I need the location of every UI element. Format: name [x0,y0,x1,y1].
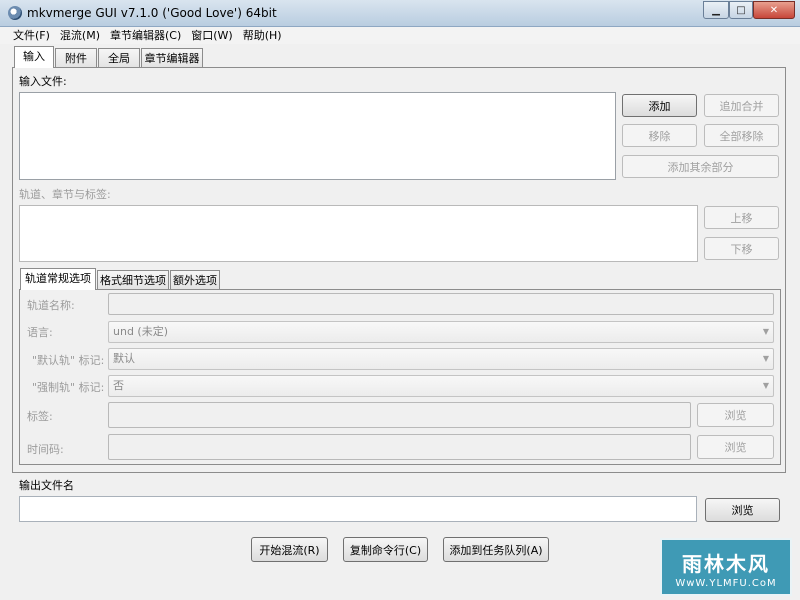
minimize-icon: ▁ [712,4,720,16]
tab-input[interactable]: 输入 [14,46,54,68]
language-select[interactable]: und (未定) ▼ [108,321,774,343]
close-button[interactable]: ✕ [753,1,795,19]
watermark-url: WwW.YLMFU.CoM [675,578,777,589]
watermark-brand: 雨林木风 [682,552,770,576]
menu-window[interactable]: 窗口(W) [186,27,237,44]
tab-general-track-options[interactable]: 轨道常规选项 [20,268,96,290]
menu-chapter-editor[interactable]: 章节编辑器(C) [105,27,186,44]
tab-chapter-editor[interactable]: 章节编辑器 [141,48,203,68]
output-browse-button[interactable]: 浏览 [705,498,780,522]
app-icon [8,6,22,20]
tab-extra-options[interactable]: 额外选项 [170,270,220,290]
timecodes-label: 时间码: [27,443,64,456]
tab-attachments[interactable]: 附件 [55,48,97,68]
add-parts-button[interactable]: 添加其余部分 [622,155,779,178]
append-button[interactable]: 追加合并 [704,94,779,117]
output-filename-input[interactable] [19,496,697,522]
input-files-label: 输入文件: [19,75,67,88]
track-name-label: 轨道名称: [27,299,75,312]
menu-bar: 文件(F) 混流(M) 章节编辑器(C) 窗口(W) 帮助(H) [0,27,800,44]
input-files-list[interactable] [19,92,616,180]
tags-label: 标签: [27,410,53,423]
default-flag-label: "默认轨" 标记: [32,354,105,367]
default-flag-value: 默认 [113,352,135,365]
tracks-label: 轨道、章节与标签: [19,188,111,201]
forced-flag-select[interactable]: 否 ▼ [108,375,774,397]
forced-flag-label: "强制轨" 标记: [32,381,105,394]
copy-command-button[interactable]: 复制命令行(C) [343,537,428,562]
title-bar: mkvmerge GUI v7.1.0 ('Good Love') 64bit … [0,0,800,27]
maximize-button[interactable]: □ [729,1,753,19]
menu-mux[interactable]: 混流(M) [55,27,105,44]
default-flag-select[interactable]: 默认 ▼ [108,348,774,370]
menu-help[interactable]: 帮助(H) [238,27,287,44]
chevron-down-icon: ▼ [762,354,769,363]
tags-browse-button[interactable]: 浏览 [697,403,774,427]
timecodes-browse-button[interactable]: 浏览 [697,435,774,459]
forced-flag-value: 否 [113,379,124,392]
add-button[interactable]: 添加 [622,94,697,117]
start-muxing-button[interactable]: 开始混流(R) [251,537,328,562]
close-icon: ✕ [769,4,779,16]
add-to-queue-button[interactable]: 添加到任务队列(A) [443,537,549,562]
track-name-input[interactable] [108,293,774,315]
minimize-button[interactable]: ▁ [703,1,729,19]
maximize-icon: □ [736,4,746,16]
tags-input[interactable] [108,402,691,428]
output-filename-label: 输出文件名 [19,479,74,492]
tracks-list[interactable] [19,205,698,262]
tab-global[interactable]: 全局 [98,48,140,68]
move-up-button[interactable]: 上移 [704,206,779,229]
chevron-down-icon: ▼ [762,327,769,336]
menu-file[interactable]: 文件(F) [8,27,55,44]
window-title: mkvmerge GUI v7.1.0 ('Good Love') 64bit [27,6,277,20]
language-label: 语言: [27,326,53,339]
timecodes-input[interactable] [108,434,691,460]
move-down-button[interactable]: 下移 [704,237,779,260]
remove-all-button[interactable]: 全部移除 [704,124,779,147]
language-value: und (未定) [113,325,169,338]
watermark-logo: 雨林木风 WwW.YLMFU.CoM [660,538,792,596]
tab-format-options[interactable]: 格式细节选项 [97,270,169,290]
chevron-down-icon: ▼ [762,381,769,390]
remove-button[interactable]: 移除 [622,124,697,147]
